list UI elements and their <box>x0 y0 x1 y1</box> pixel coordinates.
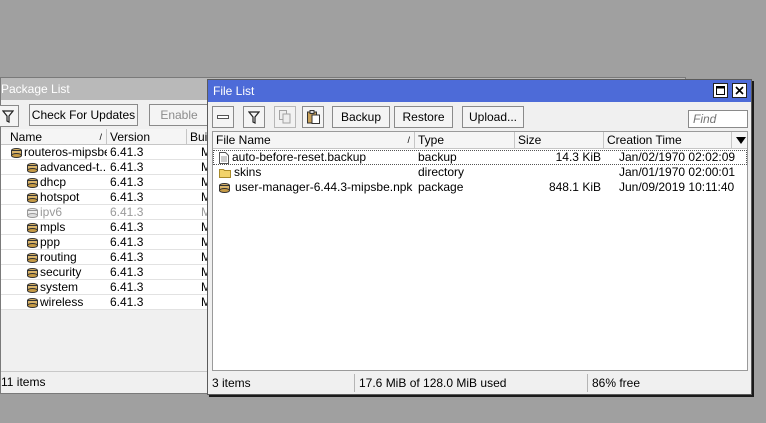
remove-button[interactable] <box>212 106 234 128</box>
column-header-file-name[interactable]: File Name / <box>213 132 415 149</box>
package-icon <box>27 222 38 233</box>
close-icon <box>735 86 744 95</box>
file-toolbar: Backup Restore Upload... <box>208 105 751 131</box>
package-name: mpls <box>27 220 107 235</box>
filter-button[interactable] <box>0 105 19 127</box>
package-name: wireless <box>27 295 107 310</box>
package-name: ipv6 <box>27 205 107 220</box>
package-name: system <box>27 280 107 295</box>
package-name: routeros-mipsbe <box>11 145 107 160</box>
column-header-version[interactable]: Version <box>107 129 187 145</box>
file-list-window: File List Backup Restore Upload... File … <box>207 79 752 395</box>
copy-icon <box>279 110 291 124</box>
file-status-bar: 3 items 17.6 MiB of 128.0 MiB used 86% f… <box>208 374 751 392</box>
file-size: 848.1 KiB <box>548 180 601 194</box>
backup-button[interactable]: Backup <box>332 106 390 128</box>
package-version: 6.41.3 <box>110 280 144 294</box>
package-version: 6.41.3 <box>110 175 144 189</box>
package-version: 6.41.3 <box>110 250 144 264</box>
package-version: 6.41.3 <box>110 295 144 309</box>
file-creation-time: Jan/01/1970 02:00:01 <box>619 165 736 179</box>
close-button[interactable] <box>732 83 747 98</box>
package-icon <box>27 192 38 203</box>
chevron-down-icon <box>736 137 746 144</box>
upload-button[interactable]: Upload... <box>462 106 524 128</box>
package-name: routing <box>27 250 107 265</box>
item-count: 11 items <box>1 375 46 389</box>
package-version: 6.41.3 <box>110 220 144 234</box>
package-version: 6.41.3 <box>110 205 144 219</box>
sort-indicator-icon: / <box>99 132 102 142</box>
package-icon <box>27 297 38 308</box>
package-icon <box>27 162 38 173</box>
maximize-button[interactable] <box>713 83 728 98</box>
column-header-name[interactable]: Name / <box>7 129 107 145</box>
package-icon <box>27 252 38 263</box>
package-icon <box>27 267 38 278</box>
file-creation-time: Jun/09/2019 10:11:40 <box>619 180 735 194</box>
file-type: backup <box>418 150 457 164</box>
find-input[interactable] <box>688 110 748 128</box>
package-name: hotspot <box>27 190 107 205</box>
package-icon <box>27 207 38 218</box>
paste-icon <box>306 110 320 124</box>
package-name: advanced-t... <box>27 160 107 175</box>
paste-button[interactable] <box>302 106 324 128</box>
file-type: package <box>418 180 464 194</box>
file-creation-time: Jan/02/1970 02:02:09 <box>619 150 736 164</box>
table-row[interactable]: user-manager-6.44.3-mipsbe.npk package 848… <box>213 180 747 195</box>
file-name: skins <box>219 165 415 180</box>
package-version: 6.41.3 <box>110 235 144 249</box>
enable-button[interactable]: Enable <box>149 104 209 126</box>
check-for-updates-button[interactable]: Check For Updates <box>29 104 138 126</box>
folder-icon <box>219 168 231 178</box>
file-table: File Name / Type Size Creation Time auto-… <box>212 131 748 371</box>
column-header-type[interactable]: Type <box>415 132 515 149</box>
column-menu-button[interactable] <box>732 132 750 149</box>
table-row[interactable]: auto-before-reset.backup backup 14.3 KiB Ja… <box>213 150 747 165</box>
filter-button[interactable] <box>243 106 265 128</box>
package-name: dhcp <box>27 175 107 190</box>
sort-indicator-icon: / <box>407 135 410 145</box>
file-name: user-manager-6.44.3-mipsbe.npk <box>219 180 415 195</box>
maximize-icon <box>716 86 725 95</box>
package-version: 6.41.3 <box>110 160 144 174</box>
item-count: 3 items <box>212 376 251 390</box>
disk-free: 86% free <box>587 374 747 392</box>
table-row[interactable]: skins directory Jan/01/1970 02:00:01 <box>213 165 747 180</box>
package-name: ppp <box>27 235 107 250</box>
file-icon <box>219 151 229 164</box>
package-version: 6.41.3 <box>110 190 144 204</box>
package-version: 6.41.3 <box>110 265 144 279</box>
package-icon <box>27 177 38 188</box>
file-list-titlebar[interactable]: File List <box>208 80 751 102</box>
column-header-creation-time[interactable]: Creation Time <box>604 132 732 149</box>
package-icon <box>27 282 38 293</box>
package-icon <box>27 237 38 248</box>
file-table-header: File Name / Type Size Creation Time <box>213 132 747 149</box>
window-title: Package List <box>1 82 70 96</box>
package-icon <box>219 182 230 193</box>
package-name: security <box>27 265 107 280</box>
file-type: directory <box>418 165 465 179</box>
copy-button[interactable] <box>274 106 296 128</box>
file-size: 14.3 KiB <box>555 150 601 164</box>
file-name: auto-before-reset.backup <box>219 150 415 165</box>
filter-icon <box>248 110 260 124</box>
package-version: 6.41.3 <box>110 145 144 159</box>
column-header-size[interactable]: Size <box>515 132 604 149</box>
disk-usage: 17.6 MiB of 128.0 MiB used <box>354 374 587 392</box>
filter-icon <box>2 109 14 123</box>
minus-icon <box>217 115 229 119</box>
restore-button[interactable]: Restore <box>394 106 453 128</box>
window-title: File List <box>213 84 255 98</box>
package-icon <box>11 147 22 158</box>
